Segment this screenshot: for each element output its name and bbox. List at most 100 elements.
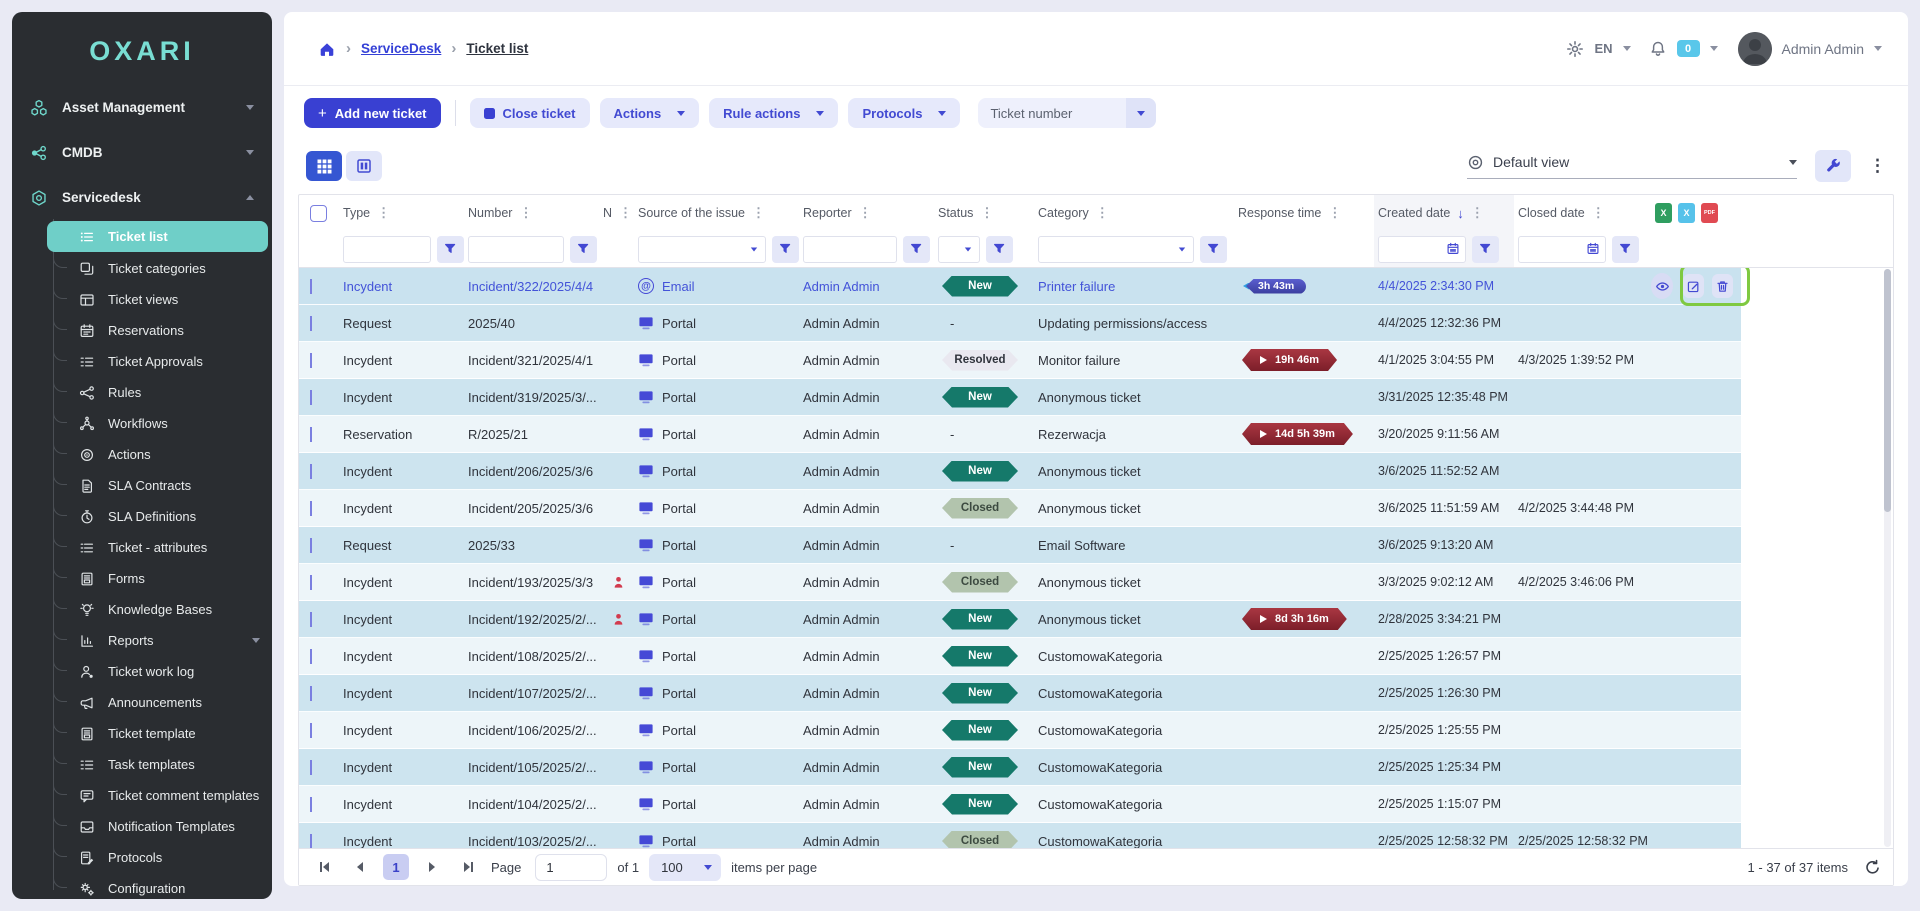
rule-actions-dropdown-button[interactable]: Rule actions xyxy=(709,98,838,128)
sidebar-item-ticket-attributes[interactable]: Ticket - attributes xyxy=(53,532,260,563)
scrollbar-thumb[interactable] xyxy=(1884,269,1891,512)
ticket-number-select[interactable]: Ticket number xyxy=(978,98,1156,128)
column-menu-kebab-icon[interactable]: ⋮ xyxy=(752,205,765,221)
table-row[interactable]: IncydentIncident/319/2025/3/...PortalAdm… xyxy=(299,379,1741,416)
row-checkbox[interactable] xyxy=(310,723,312,738)
filter-funnel-button[interactable] xyxy=(986,236,1013,263)
view-settings-wrench-button[interactable] xyxy=(1815,150,1851,182)
pdf-export-icon[interactable]: PDF xyxy=(1701,203,1718,223)
column-menu-kebab-icon[interactable]: ⋮ xyxy=(1328,205,1341,221)
breadcrumb-servicedesk[interactable]: ServiceDesk xyxy=(361,41,441,56)
table-row[interactable]: IncydentIncident/322/2025/4/4@EmailAdmin… xyxy=(299,268,1741,305)
protocols-dropdown-button[interactable]: Protocols xyxy=(848,98,960,128)
language-selector[interactable]: EN xyxy=(1594,41,1612,56)
edit-pencil-button[interactable] xyxy=(1683,274,1704,298)
current-page-button[interactable]: 1 xyxy=(383,854,409,880)
sidebar-item-ticket-categories[interactable]: Ticket categories xyxy=(53,253,260,284)
filter-date-closed[interactable] xyxy=(1518,236,1606,263)
grid-view-button[interactable] xyxy=(306,151,342,181)
row-checkbox[interactable] xyxy=(310,390,312,405)
sidebar-item-reports[interactable]: Reports xyxy=(53,625,260,656)
items-per-page-select[interactable]: 100 xyxy=(649,854,721,881)
row-checkbox[interactable] xyxy=(310,353,312,368)
select-all-checkbox[interactable] xyxy=(310,205,327,222)
column-menu-kebab-icon[interactable]: ⋮ xyxy=(519,205,532,221)
table-row[interactable]: IncydentIncident/206/2025/3/6PortalAdmin… xyxy=(299,453,1741,490)
row-checkbox[interactable] xyxy=(310,612,312,627)
sidebar-item-workflows[interactable]: Workflows xyxy=(53,408,260,439)
row-checkbox[interactable] xyxy=(310,538,312,553)
sidebar-item-notification-templates[interactable]: Notification Templates xyxy=(53,811,260,842)
vertical-scrollbar[interactable] xyxy=(1884,269,1891,847)
table-row[interactable]: IncydentIncident/192/2025/2/...PortalAdm… xyxy=(299,601,1741,638)
row-checkbox[interactable] xyxy=(310,501,312,516)
sidebar-section-servicedesk[interactable]: Servicedesk xyxy=(24,175,260,220)
excel-export-icon[interactable]: X xyxy=(1655,203,1672,223)
filter-input-number[interactable] xyxy=(468,236,564,263)
row-checkbox[interactable] xyxy=(310,686,312,701)
bell-icon[interactable] xyxy=(1649,40,1667,58)
page-number-input[interactable] xyxy=(535,854,607,881)
sidebar-item-task-templates[interactable]: Task templates xyxy=(53,749,260,780)
breadcrumb-ticket-list[interactable]: Ticket list xyxy=(466,41,528,56)
sidebar-item-ticket-template[interactable]: Ticket template xyxy=(53,718,260,749)
column-menu-kebab-icon[interactable]: ⋮ xyxy=(859,205,872,221)
notification-badge[interactable]: 0 xyxy=(1677,40,1700,57)
sidebar-item-ticket-views[interactable]: Ticket views xyxy=(53,284,260,315)
excel-light-export-icon[interactable]: X xyxy=(1678,203,1695,223)
sidebar-item-actions[interactable]: Actions xyxy=(53,439,260,470)
avatar[interactable] xyxy=(1738,32,1772,66)
table-row[interactable]: IncydentIncident/106/2025/2/...PortalAdm… xyxy=(299,712,1741,749)
sidebar-item-ticket-comment-templates[interactable]: Ticket comment templates xyxy=(53,780,260,811)
row-checkbox[interactable] xyxy=(310,575,312,590)
table-row[interactable]: ReservationR/2025/21PortalAdmin Admin-Re… xyxy=(299,416,1741,453)
gear-icon[interactable] xyxy=(1566,40,1584,58)
column-menu-kebab-icon[interactable]: ⋮ xyxy=(619,205,632,221)
filter-input-type[interactable] xyxy=(343,236,431,263)
row-checkbox[interactable] xyxy=(310,760,312,775)
previous-page-button[interactable] xyxy=(347,854,373,880)
sidebar-item-sla-definitions[interactable]: SLA Definitions xyxy=(53,501,260,532)
sidebar-item-announcements[interactable]: Announcements xyxy=(53,687,260,718)
table-row[interactable]: IncydentIncident/105/2025/2/...PortalAdm… xyxy=(299,749,1741,786)
row-checkbox[interactable] xyxy=(310,649,312,664)
filter-funnel-button[interactable] xyxy=(570,236,597,263)
view-select[interactable]: Default view xyxy=(1467,154,1797,179)
filter-date-created[interactable] xyxy=(1378,236,1466,263)
sidebar-item-ticket-work-log[interactable]: Ticket work log xyxy=(53,656,260,687)
filter-funnel-button[interactable] xyxy=(772,236,799,263)
sidebar-item-configuration[interactable]: Configuration xyxy=(53,873,260,899)
filter-funnel-button[interactable] xyxy=(1612,236,1639,263)
home-icon[interactable] xyxy=(318,40,336,58)
filter-funnel-button[interactable] xyxy=(903,236,930,263)
calendar-icon[interactable] xyxy=(1446,242,1460,256)
row-checkbox[interactable] xyxy=(310,464,312,479)
table-row[interactable]: IncydentIncident/107/2025/2/...PortalAdm… xyxy=(299,675,1741,712)
table-row[interactable]: Request2025/33PortalAdmin Admin-Email So… xyxy=(299,527,1741,564)
filter-select-category[interactable] xyxy=(1038,236,1194,263)
preview-eye-button[interactable] xyxy=(1651,273,1673,299)
user-name[interactable]: Admin Admin xyxy=(1782,41,1864,57)
sidebar-item-forms[interactable]: Forms xyxy=(53,563,260,594)
filter-select-source[interactable] xyxy=(638,236,766,263)
table-row[interactable]: IncydentIncident/103/2025/2/...PortalAdm… xyxy=(299,823,1741,848)
row-checkbox[interactable] xyxy=(310,279,312,294)
actions-dropdown-button[interactable]: Actions xyxy=(600,98,700,128)
row-checkbox[interactable] xyxy=(310,797,312,812)
first-page-button[interactable] xyxy=(311,854,337,880)
sidebar-section-asset-management[interactable]: Asset Management xyxy=(24,85,260,130)
close-ticket-button[interactable]: Close ticket xyxy=(470,98,590,128)
sidebar-item-ticket-approvals[interactable]: Ticket Approvals xyxy=(53,346,260,377)
table-row[interactable]: IncydentIncident/205/2025/3/6PortalAdmin… xyxy=(299,490,1741,527)
filter-select-status[interactable] xyxy=(938,236,980,263)
table-row[interactable]: IncydentIncident/193/2025/3/3PortalAdmin… xyxy=(299,564,1741,601)
filter-input-reporter[interactable] xyxy=(803,236,897,263)
sidebar-item-reservations[interactable]: Reservations xyxy=(53,315,260,346)
more-options-kebab-icon[interactable]: ⋮ xyxy=(1869,156,1886,176)
row-checkbox[interactable] xyxy=(310,427,312,442)
column-menu-kebab-icon[interactable]: ⋮ xyxy=(377,205,390,221)
next-page-button[interactable] xyxy=(419,854,445,880)
column-menu-kebab-icon[interactable]: ⋮ xyxy=(980,205,993,221)
column-menu-kebab-icon[interactable]: ⋮ xyxy=(1471,205,1484,221)
sidebar-item-rules[interactable]: Rules xyxy=(53,377,260,408)
